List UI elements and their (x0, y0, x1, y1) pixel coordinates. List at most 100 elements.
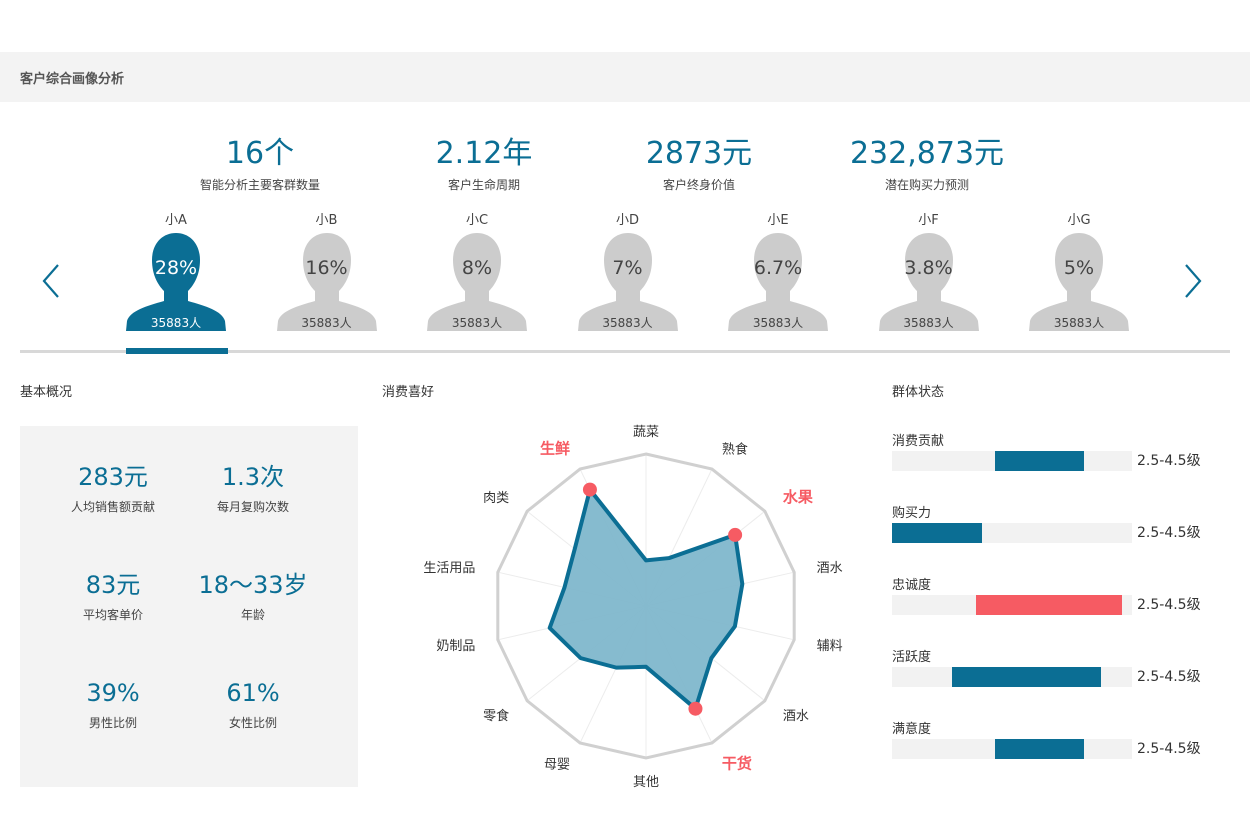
radar-axis-label: 干货 (722, 755, 752, 773)
persona-card[interactable]: 小A 28% 35883人 (124, 209, 228, 333)
persona-count: 35883人 (301, 316, 352, 330)
status-range-bar (976, 595, 1123, 615)
radar-highlight-point (688, 701, 703, 716)
stat-female-ratio: 61% 女性比例 (178, 678, 328, 731)
stat-value: 283元 (78, 463, 148, 491)
persona-name: 小G (1067, 213, 1091, 228)
persona-percent: 3.8% (904, 257, 953, 279)
header-bar: 客户综合画像分析 (0, 52, 1250, 102)
status-track (892, 595, 1132, 615)
persona-name: 小E (767, 213, 789, 228)
stat-avg-order: 83元 平均客单价 (38, 570, 188, 623)
radar-svg: 蔬菜熟食水果酒水辅料酒水干货其他母婴零食奶制品生活用品肉类生鲜 (423, 425, 843, 790)
overview-panel: 283元 人均销售额贡献 1.3次 每月复购次数 83元 平均客单价 18～33… (20, 426, 358, 787)
persona-name: 小B (315, 213, 338, 228)
status-range-bar (995, 451, 1084, 471)
status-item: 满意度 2.5-4.5级 (892, 718, 1232, 768)
stat-value: 61% (226, 679, 280, 707)
kpi-label: 智能分析主要客群数量 (199, 178, 320, 192)
chevron-left-icon (42, 264, 59, 298)
status-track (892, 523, 1132, 543)
stat-label: 平均客单价 (82, 608, 143, 622)
persona-percent: 16% (305, 257, 348, 279)
radar-axis-label: 母婴 (544, 758, 570, 773)
kpi-lifecycle: 2.12年 客户生命周期 (399, 136, 569, 193)
radar-highlight-point (728, 527, 743, 542)
stat-label: 女性比例 (228, 716, 277, 730)
status-label: 消费贡献 (892, 434, 945, 449)
status-track (892, 739, 1132, 759)
active-persona-indicator (126, 348, 228, 354)
persona-count: 35883人 (1053, 316, 1105, 330)
persona-card[interactable]: 小E 6.7% 35883人 (726, 209, 830, 333)
prev-button[interactable] (40, 262, 64, 300)
stat-label: 年龄 (240, 608, 265, 622)
overview-title: 基本概况 (20, 385, 73, 400)
persona-count: 35883人 (752, 316, 804, 330)
kpi-value: 16个 (225, 136, 295, 171)
status-item: 消费贡献 2.5-4.5级 (892, 430, 1232, 480)
kpi-label: 潜在购买力预测 (884, 178, 969, 192)
status-label: 满意度 (892, 722, 932, 737)
persona-name: 小D (615, 213, 639, 228)
stat-avg-sales: 283元 人均销售额贡献 (38, 462, 188, 515)
kpi-value: 2873元 (645, 136, 753, 171)
stat-age: 18～33岁 年龄 (178, 570, 328, 623)
status-label: 购买力 (892, 506, 932, 521)
status-range-bar (952, 667, 1101, 687)
radar-axis-label: 蔬菜 (633, 425, 659, 440)
persona-count: 35883人 (150, 316, 202, 330)
kpi-customer-groups: 16个 智能分析主要客群数量 (175, 136, 345, 193)
status-range-bar (892, 523, 982, 543)
status-value: 2.5-4.5级 (1137, 525, 1201, 541)
preference-radar-chart: 蔬菜 熟食 水果 酒水 辅料 酒水 干货 其他 母婴 零食 奶制品 生活用品 肉类 生鲜 (400, 415, 900, 795)
radar-axis-label: 奶制品 (436, 639, 475, 654)
status-value: 2.5-4.5级 (1137, 669, 1201, 685)
stat-value: 83元 (85, 571, 141, 599)
status-item: 活跃度 2.5-4.5级 (892, 646, 1232, 696)
persona-card[interactable]: 小D 7% 35883人 (576, 209, 680, 333)
persona-percent: 8% (461, 257, 493, 279)
radar-axis-label: 其他 (633, 775, 659, 790)
stat-label: 男性比例 (88, 716, 137, 730)
kpi-value: 2.12年 (435, 136, 533, 171)
kpi-purchase-power: 232,873元 潜在购买力预测 (842, 136, 1012, 193)
radar-axis-label: 辅料 (817, 639, 843, 654)
stat-male-ratio: 39% 男性比例 (38, 678, 188, 731)
status-value: 2.5-4.5级 (1137, 597, 1201, 613)
preference-title: 消费喜好 (382, 385, 435, 400)
chevron-right-icon (1185, 264, 1202, 298)
persona-count: 35883人 (903, 316, 954, 330)
radar-axis-label: 熟食 (722, 441, 748, 457)
status-item: 购买力 2.5-4.5级 (892, 502, 1232, 552)
radar-axis-label: 水果 (783, 488, 814, 506)
radar-axis-label: 肉类 (483, 491, 509, 506)
persona-percent: 5% (1063, 257, 1095, 279)
stat-monthly-repurchase: 1.3次 每月复购次数 (178, 462, 328, 515)
next-button[interactable] (1180, 262, 1204, 300)
persona-card[interactable]: 小B 16% 35883人 (275, 209, 379, 333)
persona-percent: 28% (154, 257, 198, 279)
radar-highlight-point (582, 482, 597, 497)
status-track (892, 451, 1132, 471)
persona-percent: 7% (612, 257, 643, 279)
radar-axis-label: 酒水 (783, 709, 809, 724)
status-label: 忠诚度 (892, 578, 932, 593)
status-range-bar (995, 739, 1084, 759)
kpi-value: 232,873元 (849, 136, 1005, 171)
persona-percent: 6.7% (753, 257, 803, 279)
persona-name: 小F (918, 213, 939, 228)
kpi-label: 客户生命周期 (447, 178, 520, 192)
status-value: 2.5-4.5级 (1137, 453, 1201, 469)
status-value: 2.5-4.5级 (1137, 741, 1201, 757)
stat-label: 每月复购次数 (216, 500, 289, 514)
persona-card[interactable]: 小F 3.8% 35883人 (877, 209, 981, 333)
persona-name: 小A (165, 213, 187, 228)
persona-card[interactable]: 小G 5% 35883人 (1027, 209, 1131, 333)
radar-axis-label: 生活用品 (423, 561, 475, 576)
status-track (892, 667, 1132, 687)
persona-card[interactable]: 小C 8% 35883人 (425, 209, 529, 333)
group-status-title: 群体状态 (892, 385, 945, 400)
status-label: 活跃度 (892, 650, 932, 665)
persona-name: 小C (465, 213, 489, 228)
